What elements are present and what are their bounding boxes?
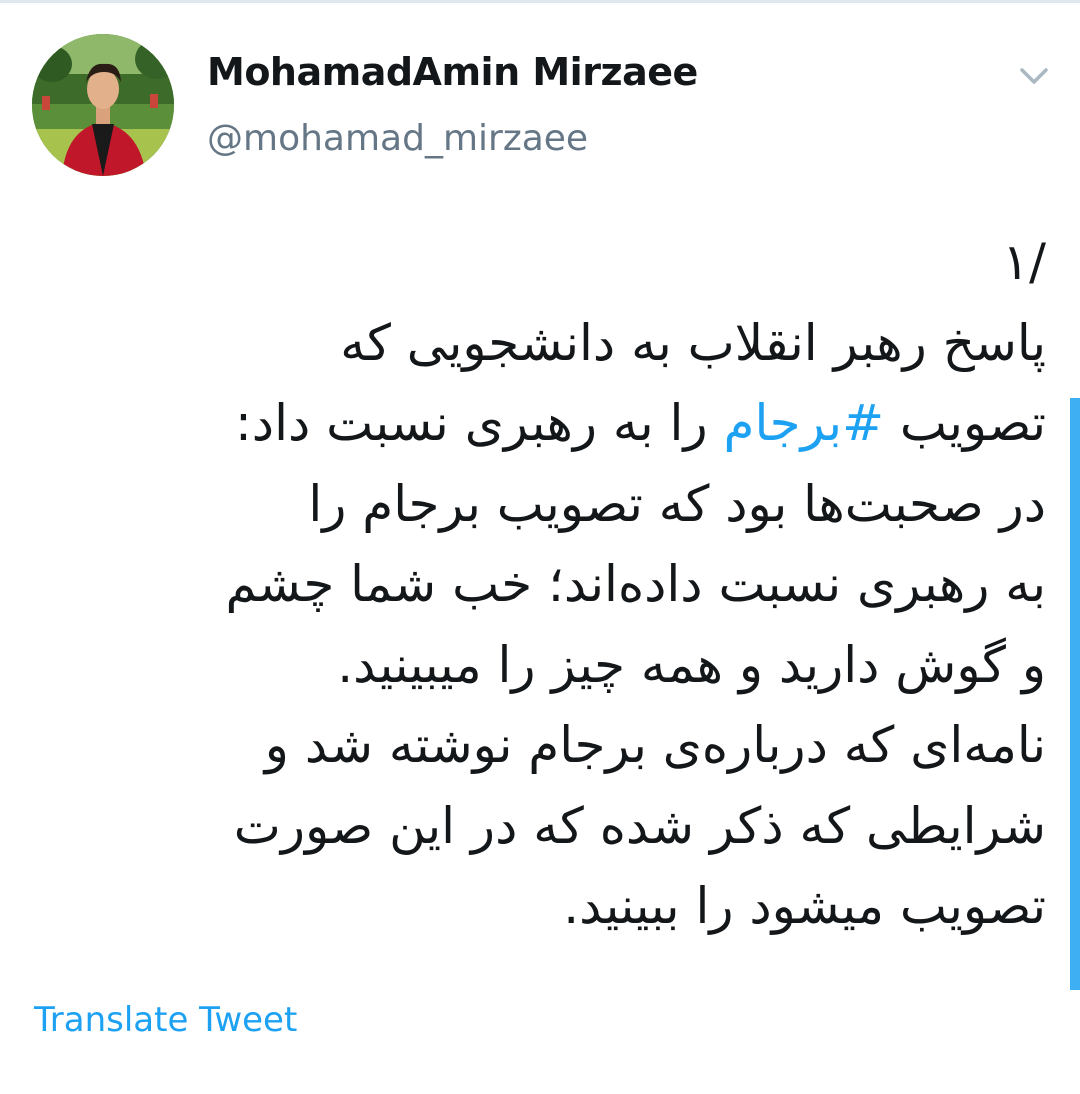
hashtag-link[interactable]: #برجام xyxy=(723,394,884,452)
tweet-line: و گوش دارید و همه چیز را میبینید. xyxy=(337,635,1046,694)
avatar-photo xyxy=(32,34,174,176)
tweet-line-segment: را به رهبری نسبت داد: xyxy=(234,394,724,452)
tweet-line: پاسخ رهبر انقلاب به دانشجویی که xyxy=(340,313,1046,372)
translate-tweet-link[interactable]: Translate Tweet xyxy=(34,1000,297,1040)
tweet-line: تصویب میشود را ببینید. xyxy=(563,877,1046,935)
scrollbar[interactable] xyxy=(1070,398,1080,990)
author-display-name[interactable]: MohamadAmin Mirzaee xyxy=(207,50,698,94)
tweet-line: تصویب #برجام را به رهبری نسبت داد: xyxy=(56,383,1046,464)
chevron-down-icon[interactable] xyxy=(1014,56,1054,96)
tweet-line: /۱ xyxy=(1002,233,1046,291)
tweet-text: /۱ پاسخ رهبر انقلاب به دانشجویی که تصویب… xyxy=(56,222,1046,947)
avatar[interactable] xyxy=(32,34,174,176)
author-handle[interactable]: @mohamad_mirzaee xyxy=(207,118,588,159)
top-divider xyxy=(0,0,1080,3)
tweet-line: نامه‌ای که درباره‌ی برجام نوشته شد و xyxy=(264,716,1046,774)
tweet-line-segment: تصویب xyxy=(883,394,1046,452)
tweet-line: شرایطی که ذکر شده که در این صورت xyxy=(233,796,1046,855)
tweet-line: در صحبت‌ها بود که تصویب برجام را xyxy=(308,474,1046,533)
tweet-line: به رهبری نسبت داده‌اند؛ خب شما چشم xyxy=(225,555,1046,613)
